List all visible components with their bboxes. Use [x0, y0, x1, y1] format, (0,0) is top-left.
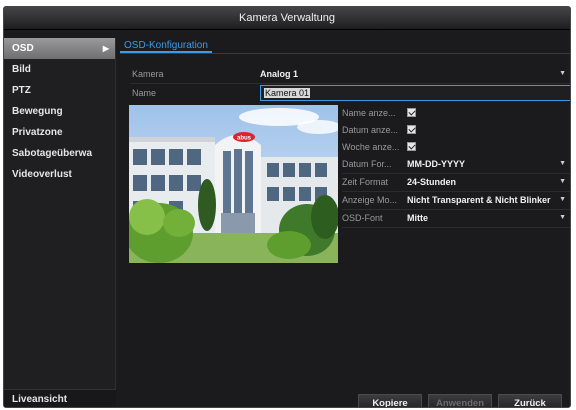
camera-name-value: Kamera 01 — [264, 88, 311, 98]
osd-font-label: OSD-Font — [342, 213, 383, 223]
tab-osd-config[interactable]: OSD-Konfiguration — [120, 38, 212, 53]
sidebar-item-ptz[interactable]: PTZ — [4, 80, 115, 101]
sidebar-item-sabotage[interactable]: Sabotageüberwa — [4, 143, 115, 164]
checkbox-checked-icon — [407, 108, 416, 117]
display-mode-select[interactable]: Nicht Transparent & Nicht Blinker ▼ — [407, 192, 570, 208]
camera-preview-image[interactable]: abus — [129, 105, 338, 263]
osd-font-value: Mitte — [407, 213, 428, 223]
camera-select[interactable]: Analog 1 ▼ — [260, 66, 570, 82]
sidebar-item-label: Bild — [12, 64, 31, 75]
show-name-label: Name anze... — [342, 108, 396, 118]
camera-label: Kamera — [132, 69, 164, 79]
time-format-value: 24-Stunden — [407, 177, 457, 187]
back-button[interactable]: Zurück — [498, 394, 562, 407]
time-format-select[interactable]: 24-Stunden ▼ — [407, 174, 570, 190]
date-format-value: MM-DD-YYYY — [407, 159, 465, 169]
sidebar-item-label: Sabotageüberwa — [12, 148, 93, 159]
live-view-button[interactable]: Liveansicht — [4, 389, 116, 407]
camera-select-value: Analog 1 — [260, 69, 299, 79]
chevron-down-icon: ▼ — [559, 160, 566, 167]
chevron-down-icon: ▼ — [557, 192, 566, 208]
date-format-select[interactable]: MM-DD-YYYY ▼ — [407, 156, 570, 172]
tab-divider — [120, 53, 570, 54]
name-label: Name — [132, 88, 157, 98]
show-name-checkbox[interactable] — [407, 105, 416, 121]
building-photo: abus — [129, 105, 338, 263]
time-format-label: Zeit Format — [342, 177, 389, 187]
sidebar-item-label: Privatzone — [12, 127, 63, 138]
show-date-checkbox[interactable] — [407, 122, 416, 138]
main-panel: OSD-Konfiguration Kamera Analog 1 ▼ Name… — [120, 38, 570, 407]
camera-management-window: Kamera Verwaltung OSD ▶ Bild PTZ Bewegun… — [3, 6, 571, 408]
sidebar-item-videoverlust[interactable]: Videoverlust — [4, 164, 115, 185]
display-mode-value: Nicht Transparent & Nicht Blinker — [407, 195, 551, 205]
show-week-checkbox[interactable] — [407, 139, 416, 155]
apply-button[interactable]: Anwenden — [428, 394, 492, 407]
camera-name-input[interactable]: Kamera 01 — [260, 85, 570, 101]
checkbox-checked-icon — [407, 142, 416, 151]
sidebar-item-label: Bewegung — [12, 106, 63, 117]
display-mode-label: Anzeige Mo... — [342, 195, 398, 205]
sidebar-item-label: PTZ — [12, 85, 31, 96]
osd-font-select[interactable]: Mitte ▼ — [407, 210, 570, 226]
sidebar-item-osd[interactable]: OSD ▶ — [4, 38, 115, 59]
sidebar-item-label: Videoverlust — [12, 169, 72, 180]
show-date-label: Datum anze... — [342, 125, 399, 135]
divider — [130, 83, 570, 84]
checkbox-checked-icon — [407, 125, 416, 134]
date-format-label: Datum For... — [342, 159, 392, 169]
chevron-down-icon: ▼ — [559, 214, 566, 221]
divider — [342, 227, 570, 228]
sidebar-item-privatzone[interactable]: Privatzone — [4, 122, 115, 143]
show-week-label: Woche anze... — [342, 142, 400, 152]
copy-button[interactable]: Kopiere — [358, 394, 422, 407]
sidebar-item-label: OSD — [12, 43, 34, 54]
chevron-down-icon: ▼ — [559, 70, 566, 77]
sidebar: OSD ▶ Bild PTZ Bewegung Privatzone Sabot… — [4, 38, 116, 407]
window-title: Kamera Verwaltung — [4, 7, 570, 30]
chevron-down-icon: ▼ — [559, 178, 566, 185]
chevron-right-icon: ▶ — [102, 44, 109, 53]
sidebar-item-bewegung[interactable]: Bewegung — [4, 101, 115, 122]
building-logo: abus — [237, 136, 252, 142]
sidebar-item-bild[interactable]: Bild — [4, 59, 115, 80]
